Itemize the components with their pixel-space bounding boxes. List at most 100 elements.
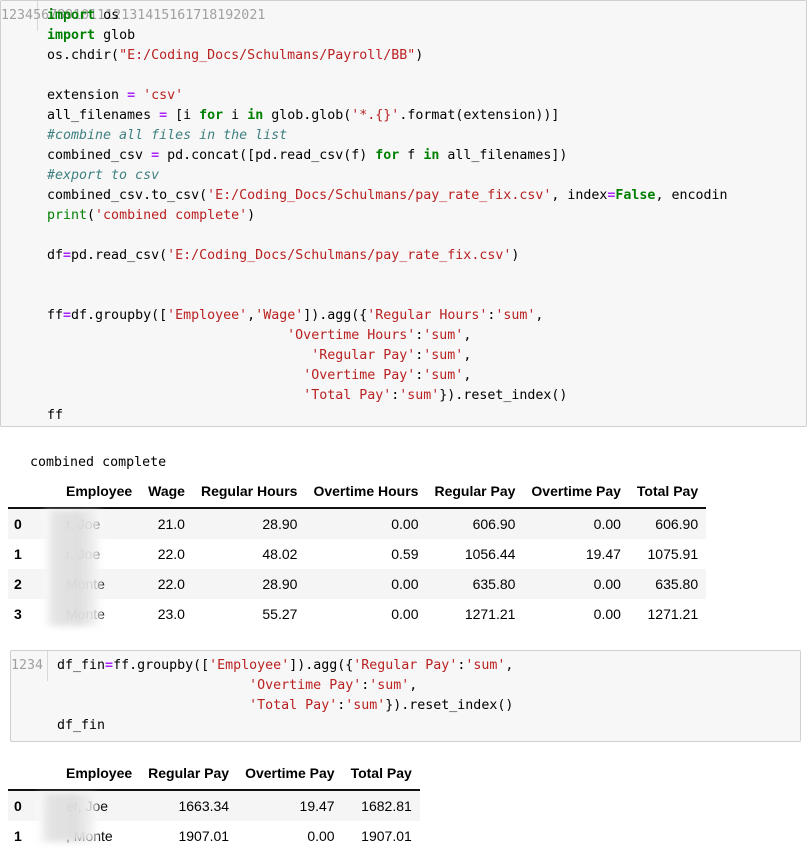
code-line: combined_csv = pd.concat([pd.read_csv(f)… <box>47 148 568 163</box>
table-row: 1 , Monte 1907.01 0.00 1907.01 <box>8 821 420 851</box>
table-row: 1 r, Joe 22.0 48.02 0.59 1056.44 19.47 1… <box>8 539 707 569</box>
column-header-wage: Wage <box>140 480 193 509</box>
code-line: df=pd.read_csv('E:/Coding_Docs/Schulmans… <box>47 248 520 263</box>
dataframe-table-1: Employee Wage Regular Hours Overtime Hou… <box>8 480 707 629</box>
code-line: 'Overtime Pay':'sum', <box>303 368 472 383</box>
row-index: 0 <box>14 516 22 532</box>
cell-regular-hours: 28.90 <box>262 516 298 532</box>
column-header-overtime-pay: Overtime Pay <box>523 480 629 509</box>
cell-regular-pay: 606.90 <box>472 516 516 532</box>
cell-employee: Monte <box>66 606 105 622</box>
cell-employee: , Monte <box>66 828 113 844</box>
column-header-employee: Employee <box>58 762 141 791</box>
stdout-text: combined complete <box>30 455 167 470</box>
code-line: 'Total Pay':'sum'}).reset_index() <box>303 388 568 403</box>
table-row: 0 er, Joe 1663.34 19.47 1682.81 <box>8 790 420 821</box>
code-line: all_filenames = [i for i in glob.glob('*… <box>47 108 560 123</box>
code-line: 'Total Pay':'sum'}).reset_index() <box>249 698 514 713</box>
row-index: 3 <box>14 606 22 622</box>
cell-overtime-pay: 0.00 <box>593 606 621 622</box>
code-editor-area-1[interactable]: import os import glob os.chdir("E:/Coding_… <box>38 1 806 426</box>
cell-overtime-hours: 0.00 <box>391 516 419 532</box>
cell-overtime-hours: 0.00 <box>391 576 419 592</box>
cell-overtime-pay: 0.00 <box>593 576 621 592</box>
code-line: import os <box>47 8 120 23</box>
column-header-regular-pay: Regular Pay <box>426 480 524 509</box>
code-line: os.chdir("E:/Coding_Docs/Schulmans/Payro… <box>47 48 424 63</box>
cell-employee: Monte <box>66 576 105 592</box>
code-cell-input-2[interactable]: 1234 df_fin=ff.groupby(['Employee']).agg… <box>10 650 801 742</box>
cell-overtime-pay: 19.47 <box>585 546 621 562</box>
cell-wage: 23.0 <box>157 606 185 622</box>
code-line: ff=df.groupby(['Employee','Wage']).agg({… <box>47 308 544 323</box>
cell-wage: 21.0 <box>157 516 185 532</box>
cell-wage: 22.0 <box>157 576 185 592</box>
cell-regular-pay: 1663.34 <box>178 798 230 814</box>
table-row: 0 r, Joe 21.0 28.90 0.00 606.90 0.00 606… <box>8 508 707 539</box>
code-line: print('combined complete') <box>47 208 256 223</box>
cell-regular-pay: 635.80 <box>472 576 516 592</box>
cell-employee: er, Joe <box>66 798 109 814</box>
cell-wage: 22.0 <box>157 546 185 562</box>
cell-overtime-hours: 0.00 <box>391 606 419 622</box>
cell-total-pay: 606.90 <box>655 516 699 532</box>
column-header-total-pay: Total Pay <box>342 762 420 791</box>
cell-regular-hours: 48.02 <box>262 546 298 562</box>
cell-regular-hours: 55.27 <box>262 606 298 622</box>
code-line: #export to csv <box>47 168 160 183</box>
dataframe-output-2: Employee Regular Pay Overtime Pay Total … <box>0 762 807 851</box>
code-line: extension = 'csv' <box>47 88 184 103</box>
table-row: 2 Monte 22.0 28.90 0.00 635.80 0.00 635.… <box>8 569 707 599</box>
code-line: import glob <box>47 28 136 43</box>
cell-employee: r, Joe <box>66 546 101 562</box>
table-header-row: Employee Regular Pay Overtime Pay Total … <box>8 762 420 791</box>
code-line: ff <box>47 408 64 423</box>
cell-overtime-pay: 0.00 <box>593 516 621 532</box>
cell-regular-pay: 1271.21 <box>464 606 516 622</box>
dataframe-table-2: Employee Regular Pay Overtime Pay Total … <box>8 762 420 851</box>
line-number-gutter-1: 123456789101112131415161718192021 <box>1 1 265 31</box>
column-header-overtime-pay: Overtime Pay <box>237 762 343 791</box>
code-line: combined_csv.to_csv('E:/Coding_Docs/Schu… <box>47 188 728 203</box>
cell-overtime-pay: 19.47 <box>299 798 335 814</box>
row-index: 2 <box>14 576 22 592</box>
code-cell-input-1[interactable]: 123456789101112131415161718192021 import… <box>0 0 807 427</box>
column-header-overtime-hours: Overtime Hours <box>305 480 427 509</box>
row-index: 1 <box>14 546 22 562</box>
column-header-regular-pay: Regular Pay <box>140 762 238 791</box>
line-number-gutter-2: 1234 <box>11 651 48 681</box>
cell-employee: r, Joe <box>66 516 101 532</box>
cell-overtime-pay: 0.00 <box>307 828 335 844</box>
code-line: 'Regular Pay':'sum', <box>311 348 472 363</box>
code-line: 'Overtime Pay':'sum', <box>249 678 418 693</box>
code-line: df_fin=ff.groupby(['Employee']).agg({'Re… <box>57 658 514 673</box>
cell-total-pay: 1682.81 <box>361 798 412 814</box>
cell-total-pay: 1075.91 <box>647 546 699 562</box>
cell-total-pay: 1907.01 <box>361 828 412 844</box>
code-line: 'Overtime Hours':'sum', <box>287 328 472 343</box>
stdout-output-1: combined complete <box>14 433 166 473</box>
code-line: df_fin <box>57 718 106 733</box>
column-header-total-pay: Total Pay <box>628 480 707 509</box>
dataframe-output-1: Employee Wage Regular Hours Overtime Hou… <box>0 480 807 629</box>
row-index: 1 <box>14 828 22 844</box>
index-header <box>8 762 58 791</box>
table-row: 3 Monte 23.0 55.27 0.00 1271.21 0.00 127… <box>8 599 707 629</box>
row-index: 0 <box>14 798 22 814</box>
index-header <box>8 480 58 509</box>
column-header-regular-hours: Regular Hours <box>192 480 306 509</box>
cell-regular-hours: 28.90 <box>262 576 298 592</box>
cell-total-pay: 635.80 <box>655 576 699 592</box>
column-header-employee: Employee <box>58 480 141 509</box>
code-editor-area-2[interactable]: df_fin=ff.groupby(['Employee']).agg({'Re… <box>48 651 800 741</box>
table-header-row: Employee Wage Regular Hours Overtime Hou… <box>8 480 707 509</box>
cell-regular-pay: 1907.01 <box>178 828 230 844</box>
cell-total-pay: 1271.21 <box>647 606 699 622</box>
cell-overtime-hours: 0.59 <box>391 546 419 562</box>
cell-regular-pay: 1056.44 <box>464 546 516 562</box>
code-line: #combine all files in the list <box>47 128 288 143</box>
